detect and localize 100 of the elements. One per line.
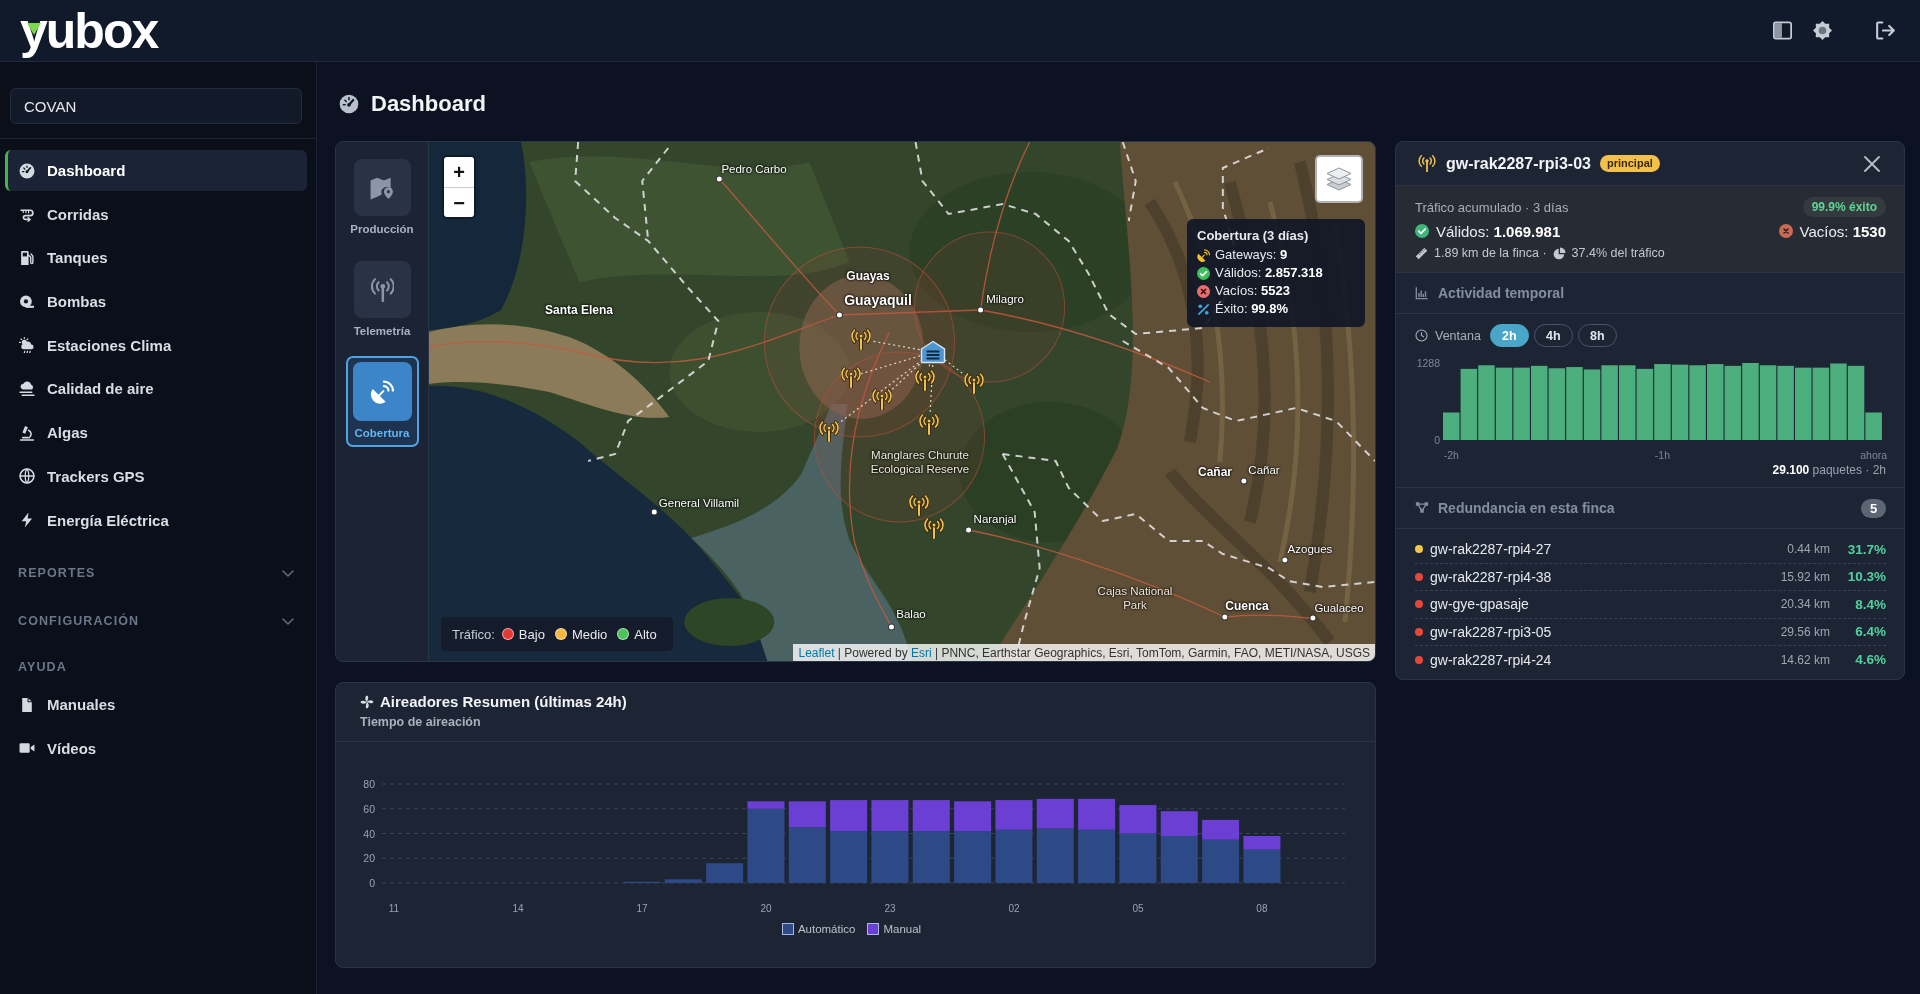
legend-label[interactable]: Manual: [883, 923, 922, 935]
nav-item[interactable]: Dashboard: [5, 150, 307, 191]
antenna-icon[interactable]: [924, 517, 944, 539]
antenna-icon[interactable]: [915, 369, 935, 391]
antenna-icon[interactable]: [851, 328, 871, 350]
card-title: Aireadores Resumen (últimas 24h): [380, 693, 627, 711]
layers-button[interactable]: [1315, 155, 1363, 203]
section-toggle[interactable]: CONFIGURACIÓN: [0, 601, 316, 642]
valid-count: Válidos: 1.069.981: [1436, 222, 1561, 240]
antenna-icon: [1418, 155, 1436, 172]
nav-item[interactable]: Vídeos: [5, 727, 307, 769]
map-place-label: Milagro: [986, 292, 1024, 306]
sun-icon[interactable]: [1813, 21, 1832, 40]
tape-roll-icon: [19, 293, 35, 310]
legend-label: Bajo: [518, 626, 545, 642]
zoom-in-button[interactable]: +: [444, 157, 474, 187]
town-dot-icon: [715, 175, 723, 183]
legend-label[interactable]: Automático: [797, 923, 856, 935]
traffic-caption: Tráfico acumulado · 3 días: [1415, 199, 1569, 215]
network-nodes-icon: [1415, 501, 1429, 515]
gateway-title: gw-rak2287-rpi3-03: [1446, 154, 1591, 173]
nav-item[interactable]: Estaciones Clima: [5, 324, 307, 366]
axis-tick-label: 14: [512, 903, 524, 914]
zoom-out-button[interactable]: −: [444, 187, 474, 217]
attribution-link[interactable]: Leaflet: [798, 646, 835, 660]
gateway-name[interactable]: gw-gye-gpasaje: [1430, 596, 1781, 613]
card-subtitle: Tiempo de aireación: [360, 714, 482, 730]
nav-item[interactable]: Algas: [5, 412, 307, 454]
gauge-icon: [339, 94, 359, 114]
traffic-share: 8.4%: [1854, 596, 1886, 612]
building-icon[interactable]: [920, 340, 946, 364]
gateway-name[interactable]: gw-rak2287-rpi4-38: [1430, 568, 1781, 585]
nav-item[interactable]: Trackers GPS: [5, 455, 307, 497]
axis-tick-label: 02: [1008, 903, 1020, 914]
traffic-share: 37.4% del tráfico: [1571, 246, 1665, 260]
close-icon[interactable]: [1864, 155, 1880, 172]
town-dot-icon: [650, 508, 658, 516]
layer-tab[interactable]: Telemetría: [345, 254, 419, 345]
sidebar-toggle-icon[interactable]: [1773, 21, 1792, 40]
traffic-share: 31.7%: [1846, 541, 1886, 557]
axis-tick-label: -2h: [1443, 449, 1459, 461]
gateway-name[interactable]: gw-rak2287-rpi4-27: [1430, 541, 1788, 558]
gateway-name[interactable]: gw-rak2287-rpi3-05: [1430, 623, 1781, 640]
fan-icon: [360, 695, 374, 709]
nav-item[interactable]: Energía Eléctrica: [5, 499, 307, 541]
winding-arrow-icon: [19, 206, 35, 223]
axis-tick-label: 80: [363, 778, 375, 790]
map-place-label: General Villamil: [658, 496, 740, 510]
organization-field[interactable]: COVAN: [10, 88, 302, 124]
antenna-icon[interactable]: [841, 366, 861, 388]
antenna-icon[interactable]: [872, 388, 892, 410]
gauge-icon: [19, 162, 35, 179]
axis-tick-label: 1288: [1416, 357, 1440, 369]
map-place-label: Gualaceo: [1314, 601, 1364, 615]
coverage-stat: Vacíos: 5523: [1215, 282, 1290, 300]
antenna-icon[interactable]: [819, 420, 839, 442]
triangle-icon: [27, 22, 41, 35]
nav-item[interactable]: Tanques: [5, 237, 307, 279]
map-place-label: Naranjal: [973, 512, 1017, 526]
traffic-share: 10.3%: [1846, 569, 1886, 585]
town-dot-icon: [1240, 477, 1248, 485]
success-rate-badge: 99.9% éxito: [1802, 197, 1886, 217]
legend-label: Medio: [571, 626, 608, 642]
nav-item[interactable]: Bombas: [5, 281, 307, 323]
percent-icon: [1197, 302, 1210, 316]
nav-item[interactable]: Manuales: [5, 684, 307, 726]
section-title: Actividad temporal: [1438, 285, 1565, 301]
antenna-icon[interactable]: [919, 413, 939, 435]
gateway-name[interactable]: gw-rak2287-rpi4-24: [1430, 651, 1781, 668]
antenna-icon[interactable]: [964, 372, 984, 394]
axis-tick-label: 0: [1434, 434, 1440, 446]
popup-title: Cobertura (3 días): [1197, 227, 1310, 244]
map-place-label: Guayaquil: [844, 291, 912, 309]
map-location-icon: [353, 159, 411, 216]
map-place-label: Santa Elena: [545, 303, 613, 317]
logout-icon[interactable]: [1876, 21, 1895, 40]
nav-item[interactable]: Corridas: [5, 193, 307, 235]
map-place-label: Cañar: [1198, 465, 1232, 479]
layer-tab[interactable]: Cobertura: [345, 356, 419, 447]
globe-icon: [19, 468, 35, 485]
map-place-label: Cajas National Park: [1096, 584, 1174, 612]
map-place-label: Cañar: [1248, 463, 1280, 477]
axis-tick-label: -1h: [1654, 449, 1671, 461]
nav-item[interactable]: Calidad de aire: [5, 368, 307, 410]
layer-tab[interactable]: Producción: [345, 152, 419, 243]
traffic-share: 4.6%: [1854, 652, 1886, 668]
axis-tick-label: 60: [363, 802, 375, 815]
packet-bar: [1548, 368, 1566, 440]
section-heading: AYUDA: [17, 659, 68, 677]
section-toggle[interactable]: REPORTES: [0, 553, 316, 594]
map-place-label: Azogues: [1287, 542, 1333, 556]
packet-total: 29.100 paquetes · 2h: [1771, 462, 1886, 478]
logo-text[interactable]: yubox: [20, 5, 158, 56]
town-dot-icon: [1309, 614, 1317, 622]
axis-tick-label: 20: [363, 852, 375, 865]
axis-tick-label: ahora: [1860, 449, 1888, 461]
antenna-icon[interactable]: [909, 494, 929, 516]
microscope-icon: [19, 424, 35, 441]
cloud-sun-rain-icon: [19, 337, 35, 354]
clock-icon: [1415, 329, 1428, 342]
